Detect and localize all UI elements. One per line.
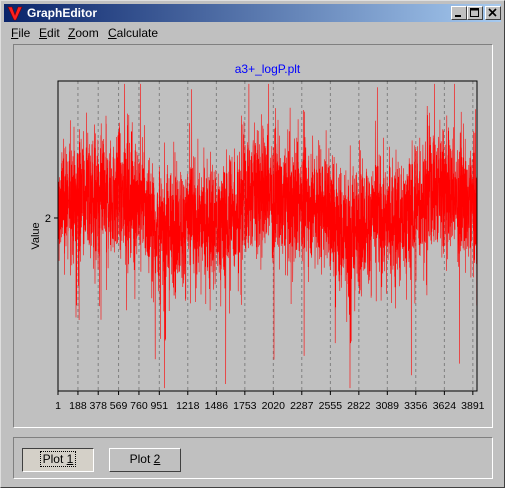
- v-logo-icon: [7, 6, 23, 21]
- x-tick-label: 2287: [290, 400, 314, 412]
- window-title: GraphEditor: [27, 6, 98, 20]
- x-tick-label: 1218: [176, 400, 200, 412]
- minimize-icon: [455, 15, 461, 17]
- menu-bar: File Edit Zoom Calculate: [4, 23, 501, 42]
- series-line: [57, 83, 478, 389]
- x-tick-label: 951: [151, 400, 169, 412]
- menu-file[interactable]: File: [11, 26, 30, 40]
- plot-frame: a3+_logP.plt Value 2 1 188 378 569 760 951 1218 14…: [13, 44, 493, 428]
- menu-zoom-rest: oom: [75, 26, 99, 40]
- x-tick-label: 2555: [319, 400, 343, 412]
- menu-edit-rest: dit: [47, 26, 60, 40]
- maximize-icon: [470, 8, 479, 17]
- x-tick-label: 1: [55, 400, 61, 412]
- y-tick-label: 2: [45, 213, 51, 225]
- x-tick-label: 378: [89, 400, 107, 412]
- close-icon: [488, 8, 497, 17]
- plot-selector-panel: Plot 1 Plot 2: [13, 437, 493, 479]
- menu-zoom[interactable]: Zoom: [68, 26, 99, 40]
- x-tick-label: 2020: [262, 400, 286, 412]
- app-window: GraphEditor File Edit Zoom Calculate a3+…: [0, 0, 505, 488]
- x-tick-label: 188: [69, 400, 87, 412]
- chart[interactable]: a3+_logP.plt Value2 1 188 378 569 760 951 1218 14…: [14, 45, 492, 427]
- x-tick-label: 569: [110, 400, 128, 412]
- x-tick-label: 3356: [404, 400, 428, 412]
- plot-1-button[interactable]: Plot 1: [22, 448, 94, 472]
- y-axis-label: Value: [30, 222, 42, 249]
- x-tick-label: 3089: [376, 400, 400, 412]
- x-tick-label: 760: [130, 400, 148, 412]
- menu-calculate[interactable]: Calculate: [108, 26, 158, 40]
- menu-edit[interactable]: Edit: [39, 26, 60, 40]
- maximize-button[interactable]: [467, 6, 483, 20]
- x-tick-label: 2822: [347, 400, 371, 412]
- menu-file-rest: ile: [18, 26, 31, 40]
- plot-2-button[interactable]: Plot 2: [109, 448, 181, 472]
- x-tick-label: 1486: [205, 400, 229, 412]
- x-tick-label: 1753: [233, 400, 257, 412]
- x-tick-label: 3891: [461, 400, 485, 412]
- title-bar[interactable]: GraphEditor: [4, 4, 501, 22]
- minimize-button[interactable]: [451, 6, 467, 20]
- x-tick-label: 3624: [433, 400, 457, 412]
- chart-title: a3+_logP.plt: [235, 62, 301, 76]
- menu-calculate-rest: alculate: [116, 26, 159, 40]
- close-button[interactable]: [485, 6, 501, 20]
